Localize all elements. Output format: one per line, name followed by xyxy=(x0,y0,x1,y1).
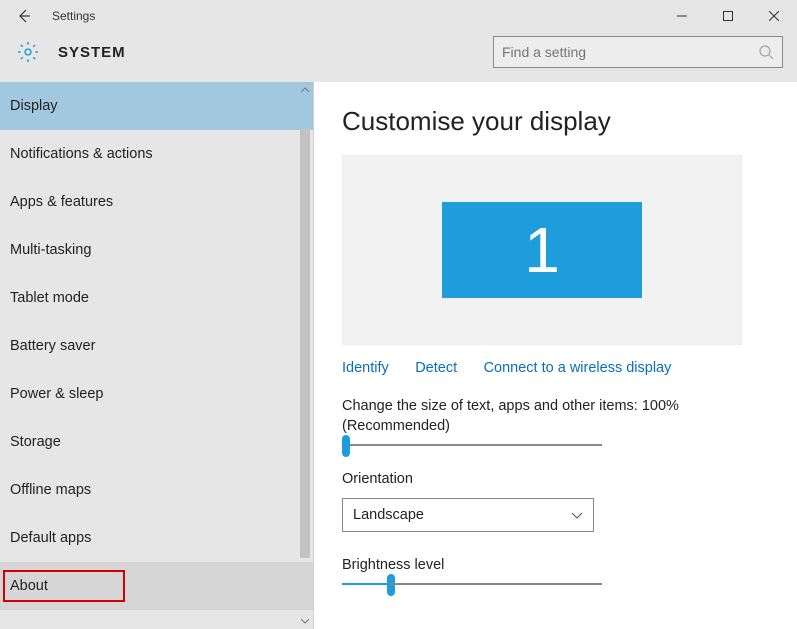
gear-icon xyxy=(16,40,40,64)
sidebar-item-display[interactable]: Display xyxy=(0,82,313,130)
content-pane: Customise your display 1 Identify Detect… xyxy=(314,82,797,629)
category-title: SYSTEM xyxy=(58,44,126,61)
sidebar-item-label: Tablet mode xyxy=(10,290,89,306)
identify-link[interactable]: Identify xyxy=(342,360,389,376)
sidebar-item-multi-tasking[interactable]: Multi-tasking xyxy=(0,226,313,274)
orientation-label: Orientation xyxy=(342,470,769,490)
search-icon xyxy=(758,44,774,60)
sidebar-item-apps-features[interactable]: Apps & features xyxy=(0,178,313,226)
page-title: Customise your display xyxy=(342,106,769,137)
sidebar-item-battery-saver[interactable]: Battery saver xyxy=(0,322,313,370)
scrollbar-thumb[interactable] xyxy=(300,128,310,558)
sidebar-item-notifications-actions[interactable]: Notifications & actions xyxy=(0,130,313,178)
sidebar-item-label: Offline maps xyxy=(10,482,91,498)
connect-wireless-link[interactable]: Connect to a wireless display xyxy=(484,360,672,376)
sidebar-item-label: Notifications & actions xyxy=(10,146,153,162)
sidebar-item-label: Apps & features xyxy=(10,194,113,210)
search-input[interactable] xyxy=(502,44,758,60)
chevron-down-icon xyxy=(571,509,583,521)
sidebar-item-default-apps[interactable]: Default apps xyxy=(0,514,313,562)
sidebar-item-label: Default apps xyxy=(10,530,91,546)
scale-slider[interactable] xyxy=(342,444,602,446)
search-field[interactable] xyxy=(493,36,783,68)
scale-slider-thumb[interactable] xyxy=(342,435,350,457)
minimize-button[interactable] xyxy=(659,0,705,32)
scroll-up-icon xyxy=(301,86,309,94)
orientation-select[interactable]: Landscape xyxy=(342,498,594,532)
brightness-slider[interactable] xyxy=(342,583,602,585)
close-icon xyxy=(769,11,779,21)
scale-label: Change the size of text, apps and other … xyxy=(342,397,769,436)
detect-link[interactable]: Detect xyxy=(415,360,457,376)
brightness-slider-thumb[interactable] xyxy=(387,574,395,596)
sidebar-item-label: Display xyxy=(10,98,58,114)
sidebar-item-power-sleep[interactable]: Power & sleep xyxy=(0,370,313,418)
close-button[interactable] xyxy=(751,0,797,32)
maximize-icon xyxy=(723,11,733,21)
sidebar-item-label: Storage xyxy=(10,434,61,450)
arrow-left-icon xyxy=(16,8,32,24)
back-button[interactable] xyxy=(0,0,48,32)
sidebar-scrollbar[interactable] xyxy=(297,82,313,629)
scroll-down-icon xyxy=(301,617,309,625)
sidebar-item-offline-maps[interactable]: Offline maps xyxy=(0,466,313,514)
sidebar: Display Notifications & actions Apps & fea… xyxy=(0,82,314,629)
sidebar-item-storage[interactable]: Storage xyxy=(0,418,313,466)
minimize-icon xyxy=(677,11,687,21)
brightness-label: Brightness level xyxy=(342,556,769,576)
sidebar-item-label: Battery saver xyxy=(10,338,95,354)
sidebar-item-about[interactable]: About xyxy=(0,562,313,610)
sidebar-item-tablet-mode[interactable]: Tablet mode xyxy=(0,274,313,322)
display-arrangement-box[interactable]: 1 xyxy=(342,155,742,345)
monitor-id-label: 1 xyxy=(524,213,560,287)
orientation-value: Landscape xyxy=(353,507,424,523)
sidebar-item-label: Power & sleep xyxy=(10,386,104,402)
window-title: Settings xyxy=(52,9,95,23)
sidebar-item-label: Multi-tasking xyxy=(10,242,91,258)
monitor-tile-1[interactable]: 1 xyxy=(442,202,642,298)
sidebar-item-label: About xyxy=(10,578,48,594)
maximize-button[interactable] xyxy=(705,0,751,32)
